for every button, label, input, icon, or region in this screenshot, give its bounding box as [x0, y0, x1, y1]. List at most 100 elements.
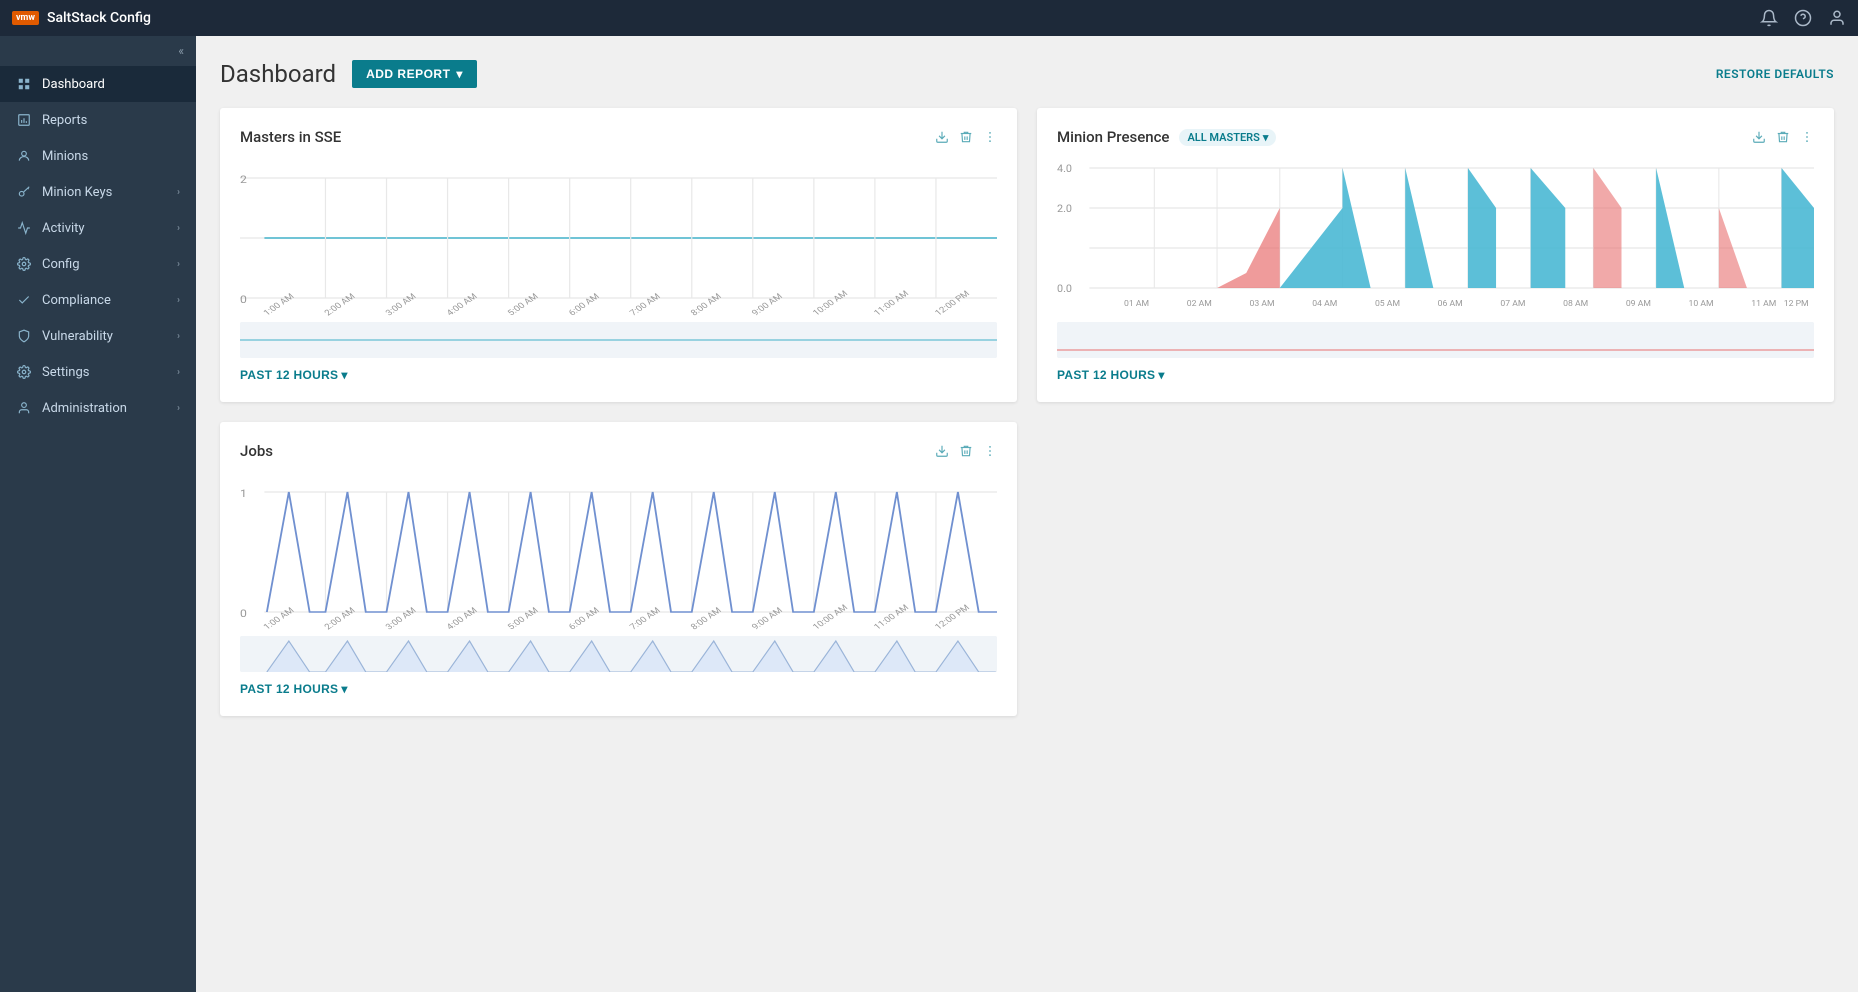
masters-time-range-button[interactable]: PAST 12 HOURS ▾ — [240, 368, 348, 382]
sidebar-item-activity[interactable]: Activity › — [0, 210, 196, 246]
svg-text:7:00 AM: 7:00 AM — [628, 292, 663, 318]
vulnerability-chevron: › — [177, 331, 180, 342]
svg-text:1:00 AM: 1:00 AM — [262, 292, 297, 318]
minion-presence-actions — [1752, 130, 1814, 144]
svg-text:3:00 AM: 3:00 AM — [384, 606, 419, 632]
activity-chevron: › — [177, 223, 180, 234]
sidebar: « Dashboard Reports — [0, 36, 196, 992]
svg-text:05 AM: 05 AM — [1375, 299, 1400, 309]
jobs-time-range-button[interactable]: PAST 12 HOURS ▾ — [240, 682, 348, 696]
svg-text:10:00 AM: 10:00 AM — [811, 289, 850, 318]
svg-text:6:00 AM: 6:00 AM — [567, 606, 602, 632]
sidebar-item-minion-keys[interactable]: Minion Keys › — [0, 174, 196, 210]
administration-icon — [16, 400, 32, 416]
svg-text:8:00 AM: 8:00 AM — [689, 292, 724, 318]
sidebar-item-reports[interactable]: Reports — [0, 102, 196, 138]
svg-text:12:00 PM: 12:00 PM — [933, 603, 972, 632]
sidebar-item-minions-label: Minions — [42, 149, 88, 164]
svg-text:11:00 AM: 11:00 AM — [872, 289, 911, 318]
minion-presence-time-range-label: PAST 12 HOURS — [1057, 368, 1155, 382]
restore-defaults-button[interactable]: RESTORE DEFAULTS — [1716, 67, 1834, 81]
svg-text:0: 0 — [240, 608, 247, 620]
sidebar-item-config[interactable]: Config › — [0, 246, 196, 282]
sidebar-item-minion-keys-label: Minion Keys — [42, 185, 112, 200]
svg-text:12 PM: 12 PM — [1784, 299, 1809, 309]
sidebar-item-config-label: Config — [42, 257, 80, 272]
svg-text:4:00 AM: 4:00 AM — [445, 606, 480, 632]
help-icon[interactable] — [1794, 9, 1812, 27]
add-report-button[interactable]: ADD REPORT ▾ — [352, 60, 477, 88]
minions-icon — [16, 148, 32, 164]
sidebar-item-settings[interactable]: Settings › — [0, 354, 196, 390]
dashboard-icon — [16, 76, 32, 92]
sidebar-item-dashboard-label: Dashboard — [42, 77, 105, 92]
svg-text:10 AM: 10 AM — [1689, 299, 1714, 309]
masters-time-range-chevron: ▾ — [341, 368, 347, 382]
masters-download-icon[interactable] — [935, 130, 949, 144]
svg-text:2.0: 2.0 — [1057, 202, 1072, 214]
compliance-icon — [16, 292, 32, 308]
svg-text:0: 0 — [240, 294, 247, 306]
masters-delete-icon[interactable] — [959, 130, 973, 144]
jobs-card: Jobs — [220, 422, 1017, 716]
masters-time-range-label: PAST 12 HOURS — [240, 368, 338, 382]
minion-presence-time-range-button[interactable]: PAST 12 HOURS ▾ — [1057, 368, 1165, 382]
jobs-more-icon[interactable] — [983, 444, 997, 458]
svg-text:3:00 AM: 3:00 AM — [384, 292, 419, 318]
add-report-label: ADD REPORT — [366, 67, 450, 81]
jobs-footer: PAST 12 HOURS ▾ — [240, 682, 997, 696]
sidebar-item-administration[interactable]: Administration › — [0, 390, 196, 426]
page-header: Dashboard ADD REPORT ▾ RESTORE DEFAULTS — [220, 60, 1834, 88]
sidebar-item-activity-label: Activity — [42, 221, 85, 236]
jobs-minimap — [240, 636, 997, 672]
minion-presence-minimap — [1057, 322, 1814, 358]
minion-presence-more-icon[interactable] — [1800, 130, 1814, 144]
sidebar-item-compliance[interactable]: Compliance › — [0, 282, 196, 318]
svg-text:2: 2 — [240, 174, 247, 186]
masters-more-icon[interactable] — [983, 130, 997, 144]
sidebar-item-vulnerability-label: Vulnerability — [42, 329, 113, 344]
app-body: « Dashboard Reports — [0, 36, 1858, 992]
sidebar-item-config-left: Config — [16, 256, 80, 272]
masters-in-sse-title: Masters in SSE — [240, 128, 341, 146]
sidebar-collapse-button[interactable]: « — [0, 36, 196, 66]
app-title: SaltStack Config — [47, 10, 151, 26]
minion-keys-chevron: › — [177, 187, 180, 198]
sidebar-item-settings-label: Settings — [42, 365, 89, 380]
sidebar-item-minions[interactable]: Minions — [0, 138, 196, 174]
main-content: Dashboard ADD REPORT ▾ RESTORE DEFAULTS … — [196, 36, 1858, 992]
svg-text:5:00 AM: 5:00 AM — [506, 292, 541, 318]
svg-text:12:00 PM: 12:00 PM — [933, 289, 972, 318]
masters-in-sse-actions — [935, 130, 997, 144]
sidebar-item-vulnerability[interactable]: Vulnerability › — [0, 318, 196, 354]
minion-presence-title: Minion Presence — [1057, 128, 1169, 146]
svg-text:7:00 AM: 7:00 AM — [628, 606, 663, 632]
svg-text:6:00 AM: 6:00 AM — [567, 292, 602, 318]
minion-presence-download-icon[interactable] — [1752, 130, 1766, 144]
svg-text:1: 1 — [240, 488, 247, 500]
sidebar-item-minions-left: Minions — [16, 148, 88, 164]
jobs-download-icon[interactable] — [935, 444, 949, 458]
sidebar-item-vulnerability-left: Vulnerability — [16, 328, 113, 344]
administration-chevron: › — [177, 403, 180, 414]
sidebar-item-settings-left: Settings — [16, 364, 89, 380]
svg-text:04 AM: 04 AM — [1312, 299, 1337, 309]
svg-text:01 AM: 01 AM — [1124, 299, 1149, 309]
svg-text:4.0: 4.0 — [1057, 162, 1072, 174]
compliance-chevron: › — [177, 295, 180, 306]
sidebar-item-compliance-label: Compliance — [42, 293, 111, 308]
navbar: vmw SaltStack Config — [0, 0, 1858, 36]
add-report-chevron: ▾ — [456, 67, 463, 81]
sidebar-item-compliance-left: Compliance — [16, 292, 111, 308]
jobs-header: Jobs — [240, 442, 997, 460]
minion-presence-filter[interactable]: ALL MASTERS ▾ — [1179, 129, 1276, 146]
sidebar-item-dashboard[interactable]: Dashboard — [0, 66, 196, 102]
notification-icon[interactable] — [1760, 9, 1778, 27]
user-icon[interactable] — [1828, 9, 1846, 27]
jobs-delete-icon[interactable] — [959, 444, 973, 458]
minion-presence-delete-icon[interactable] — [1776, 130, 1790, 144]
svg-text:2:00 AM: 2:00 AM — [323, 606, 358, 632]
svg-text:03 AM: 03 AM — [1249, 299, 1274, 309]
svg-text:07 AM: 07 AM — [1500, 299, 1525, 309]
sidebar-item-activity-left: Activity — [16, 220, 85, 236]
